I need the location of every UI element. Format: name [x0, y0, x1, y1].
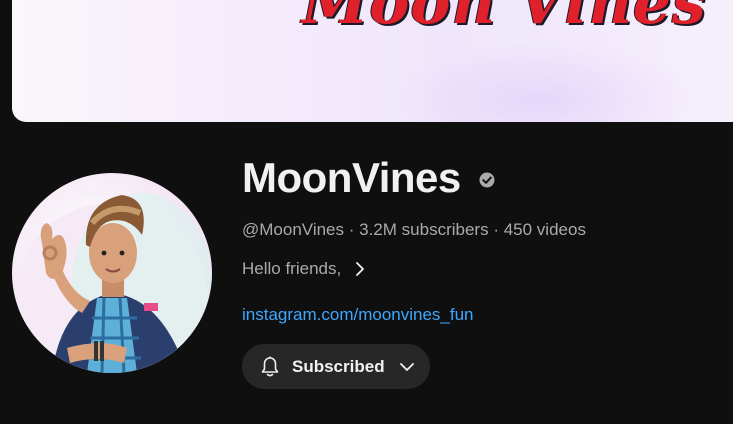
meta-separator: ·: [493, 220, 499, 239]
verified-check-icon: [479, 172, 495, 188]
video-count: 450 videos: [503, 220, 586, 239]
channel-avatar[interactable]: [12, 173, 212, 373]
channel-description[interactable]: Hello friends,: [242, 259, 367, 279]
subscriber-count: 3.2M subscribers: [359, 220, 489, 239]
bell-icon: [261, 356, 279, 376]
channel-banner: Moon Vines: [12, 0, 733, 122]
subscribed-button[interactable]: Subscribed: [242, 344, 430, 389]
avatar-image: [17, 193, 212, 373]
chevron-right-icon: [356, 262, 365, 276]
channel-link[interactable]: instagram.com/moonvines_fun: [242, 305, 474, 325]
chevron-down-icon: [399, 362, 414, 371]
banner-title: Moon Vines: [302, 0, 707, 38]
subscribed-label: Subscribed: [292, 356, 385, 376]
channel-name: MoonVines: [242, 154, 461, 201]
banner-glow: [392, 40, 692, 122]
description-text: Hello friends,: [242, 259, 342, 278]
channel-meta: @MoonVines · 3.2M subscribers · 450 vide…: [242, 220, 586, 240]
channel-handle: @MoonVines: [242, 220, 344, 239]
meta-separator: ·: [348, 220, 355, 239]
